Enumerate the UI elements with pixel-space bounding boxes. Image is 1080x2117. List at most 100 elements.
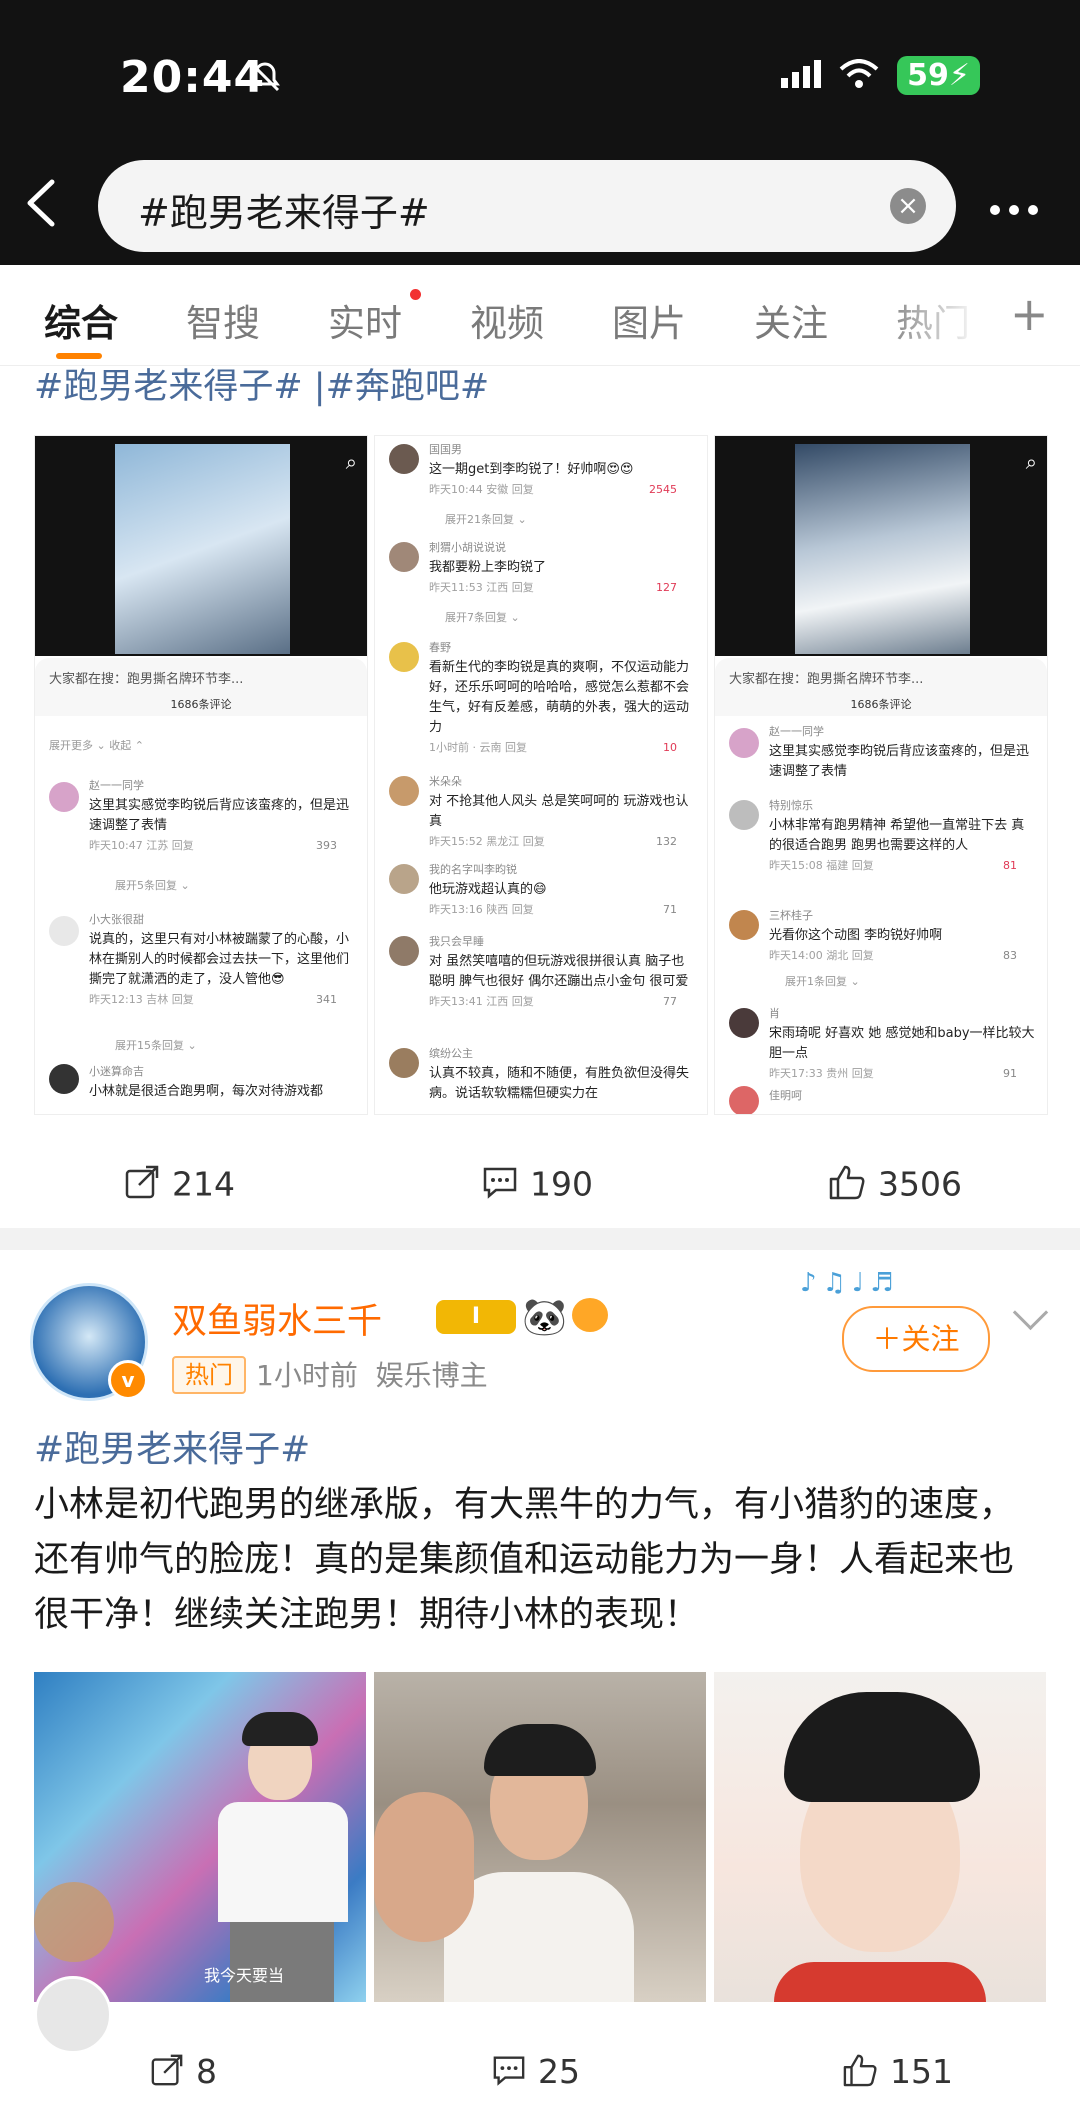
post2-photo-3[interactable] bbox=[714, 1672, 1046, 2002]
thumbs-up-icon bbox=[828, 1164, 866, 1208]
avatar bbox=[389, 444, 419, 474]
level-badge-icon: I bbox=[436, 1300, 516, 1334]
comment: 三杯桂子 光看你这个动图 李昀锐好帅啊 昨天14:00 湖北 回复 83 bbox=[769, 909, 1017, 962]
hot-tag: 热门 bbox=[172, 1356, 246, 1394]
comment: 春野 看新生代的李昀锐是真的爽啊，不仅运动能力好，还乐乐呵呵的哈哈哈，感觉怎么惹都… bbox=[429, 641, 690, 754]
verified-badge-icon: v bbox=[108, 1360, 148, 1400]
wifi-icon bbox=[839, 58, 879, 93]
comment-count: 1686条评论 bbox=[170, 698, 232, 711]
video-frame bbox=[35, 436, 367, 656]
follow-button[interactable]: ＋关注 bbox=[842, 1306, 990, 1372]
post1-image-2[interactable]: 国国男 这一期get到李昀锐了！好帅啊😍😍 昨天10:44 安徽 回复 2545 展… bbox=[374, 435, 708, 1115]
panda-badge-icon: 🐼 bbox=[522, 1297, 567, 1338]
chevron-down-icon[interactable] bbox=[1012, 1294, 1049, 1331]
hair bbox=[242, 1712, 318, 1746]
username[interactable]: 双鱼弱水三千 bbox=[172, 1293, 382, 1344]
avatar bbox=[729, 1086, 759, 1114]
post1-hashtags[interactable]: #跑男老来得子# |#奔跑吧# bbox=[34, 358, 489, 409]
top-header: 20:44 59⚡ #跑男老来得子# × bbox=[0, 0, 1080, 265]
expand-replies: 展开7条回复 ⌄ bbox=[445, 611, 520, 624]
search-icon: ⌕ bbox=[1025, 450, 1037, 474]
comment-button[interactable]: 25 bbox=[492, 2052, 580, 2095]
status-time: 20:44 bbox=[120, 52, 266, 103]
comment: 缤纷公主 认真不较真，随和不随便，有胜负欲但没得失病。说话软软糯糯但硬实力在 bbox=[429, 1047, 690, 1101]
post1-image-3[interactable]: ⌕ 大家都在搜：跑男撕名牌环节李... 1686条评论 赵一一同学 这里其实感觉李… bbox=[714, 435, 1048, 1115]
tab-zonghe[interactable]: 综合 bbox=[44, 293, 118, 347]
comment: 赵一一同学 这里其实感觉李昀锐后背应该蛮疼的，但是迅速调整了表情 bbox=[769, 725, 1030, 779]
comment: 国国男 这一期get到李昀锐了！好帅啊😍😍 昨天10:44 安徽 回复 2545 bbox=[429, 443, 677, 496]
comment: 佳明呵 bbox=[769, 1089, 802, 1102]
white-shirt bbox=[218, 1802, 348, 1922]
avatar bbox=[49, 782, 79, 812]
tab-tupian[interactable]: 图片 bbox=[612, 293, 686, 347]
red-collar bbox=[774, 1962, 986, 2002]
post-separator bbox=[0, 1228, 1080, 1250]
battery-level: 59⚡ bbox=[897, 56, 980, 95]
avatar bbox=[389, 542, 419, 572]
like-button[interactable]: 151 bbox=[842, 2052, 953, 2095]
add-tab-icon[interactable]: + bbox=[1010, 287, 1049, 341]
decoration bbox=[34, 1882, 114, 1962]
post2-photo-2[interactable] bbox=[374, 1672, 706, 2002]
tab-shishi[interactable]: 实时 bbox=[328, 293, 402, 347]
expand-replies: 展开5条回复 ⌄ bbox=[115, 879, 190, 892]
comment: 小迷算命吉 小林就是很适合跑男啊，每次对待游戏都 bbox=[89, 1065, 324, 1099]
post2-photo-1[interactable]: 我今天要当 bbox=[34, 1672, 366, 2002]
thumbs-up-icon bbox=[842, 2053, 878, 2095]
avatar bbox=[389, 936, 419, 966]
expand-replies: 展开21条回复 ⌄ bbox=[445, 513, 527, 526]
comment: 刺猬小胡说说说 我都要粉上李昀锐了 昨天11:53 江西 回复 127 bbox=[429, 541, 677, 594]
repost-button[interactable]: 8 bbox=[150, 2052, 217, 2095]
comment-sheet-header: 大家都在搜：跑男撕名牌环节李... 1686条评论 bbox=[35, 658, 367, 716]
tabs-fade bbox=[880, 275, 980, 355]
expand-replies: 展开15条回复 ⌄ bbox=[115, 1039, 197, 1052]
repost-button[interactable]: 214 bbox=[124, 1164, 235, 1208]
comment: 小大张很甜 说真的，这里只有对小林被踹蒙了的心酸，小林在撕别人的时候都会过去扶一… bbox=[89, 913, 350, 1006]
avatar bbox=[729, 910, 759, 940]
comment-count: 1686条评论 bbox=[850, 698, 912, 711]
post-category: 娱乐博主 bbox=[375, 1359, 488, 1392]
photo-caption: 我今天要当 bbox=[204, 1966, 285, 1985]
search-query: #跑男老来得子# bbox=[138, 191, 430, 235]
comment: 米朵朵对 不抢其他人风头 总是笑呵呵的 玩游戏也认真 昨天15:52 黑龙江 回… bbox=[429, 775, 689, 848]
avatar bbox=[389, 776, 419, 806]
floating-avatar[interactable] bbox=[34, 1976, 112, 2054]
comment-icon bbox=[482, 1164, 518, 1208]
post2-hashtag[interactable]: #跑男老来得子# bbox=[34, 1420, 310, 1472]
tab-zhisou[interactable]: 智搜 bbox=[186, 293, 260, 347]
avatar bbox=[389, 864, 419, 894]
post2-body: 小林是初代跑男的继承版，有大黑牛的力气，有小猎豹的速度，还有帅气的脸庞！真的是集… bbox=[34, 1485, 1015, 1635]
video-frame bbox=[715, 436, 1047, 656]
fish-badge-icon bbox=[572, 1298, 608, 1332]
comment: 我的名字叫李昀锐 他玩游戏超认真的😄 昨天13:16 陕西 回复 71 bbox=[429, 863, 677, 916]
status-right: 59⚡ bbox=[781, 56, 980, 95]
clear-search-icon[interactable]: × bbox=[890, 188, 926, 224]
comment-icon bbox=[492, 2053, 526, 2095]
repost-icon bbox=[124, 1164, 160, 1208]
expand-replies: 展开1条回复 ⌄ bbox=[785, 975, 860, 988]
repost-icon bbox=[150, 2053, 184, 2095]
flexed-arm bbox=[374, 1792, 474, 1942]
tab-guanzhu[interactable]: 关注 bbox=[754, 293, 828, 347]
tab-shipin[interactable]: 视频 bbox=[470, 293, 544, 347]
comment: 赵一一同学 这里其实感觉李昀锐后背应该蛮疼的，但是迅速调整了表情 昨天10:47… bbox=[89, 779, 350, 852]
hair bbox=[784, 1692, 980, 1802]
avatar bbox=[389, 1048, 419, 1078]
post-time: 1小时前 bbox=[256, 1359, 358, 1392]
comment-button[interactable]: 190 bbox=[482, 1164, 593, 1208]
back-button[interactable] bbox=[22, 178, 62, 228]
avatar bbox=[729, 1008, 759, 1038]
avatar bbox=[49, 916, 79, 946]
more-options-icon[interactable] bbox=[990, 200, 1050, 215]
comment: 特别惊乐 小林非常有跑男精神 希望他一直常驻下去 真的很适合跑男 跑男也需要这样的… bbox=[769, 799, 1025, 872]
comment: 我只会早睡对 虽然笑嘻嘻的但玩游戏很拼很认真 脑子也聪明 脾气也很好 偶尔还蹦出… bbox=[429, 935, 689, 1008]
video-still bbox=[795, 444, 970, 654]
comment: 肖宋雨琦呢 好喜欢 她 感觉她和baby一样比较大胆一点 昨天17:33 贵州 … bbox=[769, 1007, 1035, 1080]
search-tabs: 综合 智搜 实时 视频 图片 关注 热门 + bbox=[0, 265, 1080, 366]
like-button[interactable]: 3506 bbox=[828, 1164, 962, 1208]
comment-sheet-header: 大家都在搜：跑男撕名牌环节李... 1686条评论 bbox=[715, 658, 1047, 716]
avatar bbox=[389, 642, 419, 672]
video-still bbox=[115, 444, 290, 654]
search-input[interactable]: #跑男老来得子# × bbox=[98, 160, 956, 252]
post1-image-1[interactable]: ⌕ 大家都在搜：跑男撕名牌环节李... 1686条评论 展开更多 ⌄ 收起 ⌃ … bbox=[34, 435, 368, 1115]
